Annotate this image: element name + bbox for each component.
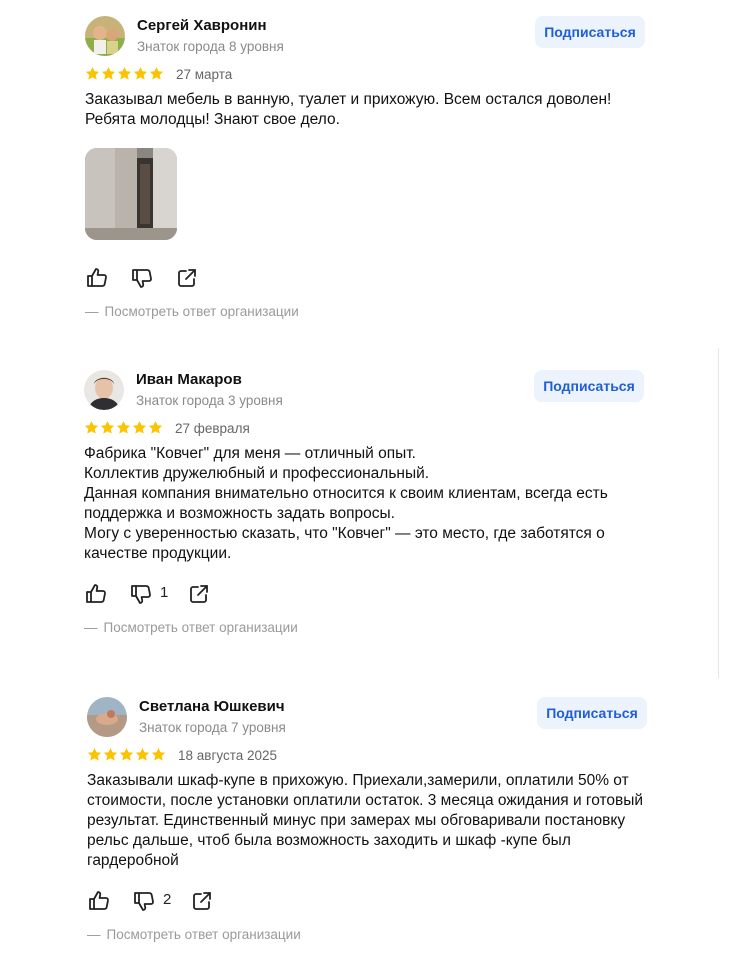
- author-name[interactable]: Иван Макаров: [136, 371, 242, 388]
- star-icon: [116, 420, 131, 434]
- dislike-button[interactable]: [132, 889, 156, 913]
- org-response-link[interactable]: — Посмотреть ответ организации: [85, 304, 665, 319]
- thumbs-up-icon: [89, 891, 109, 910]
- dislike-button[interactable]: [130, 266, 154, 290]
- star-icon: [149, 66, 164, 80]
- star-icon: [148, 420, 163, 434]
- author-level: Знаток города 7 уровня: [139, 720, 286, 735]
- star-icon: [135, 747, 150, 761]
- dislike-button[interactable]: [129, 582, 153, 606]
- dislike-count: 2: [163, 891, 172, 908]
- review-date: 27 февраля: [175, 421, 250, 436]
- thumbs-down-icon: [132, 269, 152, 288]
- star-icon: [85, 66, 100, 80]
- review-card: Сергей Хавронин Знаток города 8 уровня П…: [85, 16, 665, 319]
- review-text: Заказывал мебель в ванную, туалет и прих…: [85, 91, 612, 128]
- subscribe-button[interactable]: Подписаться: [537, 697, 647, 729]
- review-date: 18 августа 2025: [178, 748, 278, 763]
- thumbs-down-icon: [131, 585, 151, 604]
- star-icon: [84, 420, 99, 434]
- star-icon: [119, 747, 134, 761]
- org-response-label: Посмотреть ответ организации: [106, 927, 301, 942]
- author-level: Знаток города 3 уровня: [136, 393, 283, 408]
- review-text: Заказывали шкаф-купе в прихожую. Приехал…: [87, 772, 644, 869]
- rating-row: 18 августа 2025: [87, 747, 667, 767]
- avatar[interactable]: [84, 370, 124, 410]
- subscribe-button[interactable]: Подписаться: [535, 16, 645, 48]
- review-text: Фабрика "Ковчег" для меня — отличный опы…: [84, 445, 608, 562]
- review-card: Иван Макаров Знаток города 3 уровня Подп…: [84, 370, 664, 635]
- share-button[interactable]: [187, 582, 211, 606]
- author-level: Знаток города 8 уровня: [137, 39, 284, 54]
- review-actions: 2: [87, 889, 667, 913]
- like-button[interactable]: [87, 889, 111, 913]
- review-photo[interactable]: [85, 148, 177, 240]
- rating-row: 27 марта: [85, 66, 665, 86]
- review-header: Иван Макаров Знаток города 3 уровня Подп…: [84, 370, 664, 418]
- review-actions: 1: [84, 582, 664, 606]
- like-button[interactable]: [85, 266, 109, 290]
- subscribe-button[interactable]: Подписаться: [534, 370, 644, 402]
- star-rating: [85, 66, 164, 81]
- dash-icon: —: [84, 620, 98, 635]
- org-response-link[interactable]: — Посмотреть ответ организации: [87, 927, 667, 942]
- review-date: 27 марта: [176, 67, 233, 82]
- thumbs-down-icon: [134, 892, 154, 911]
- avatar[interactable]: [85, 16, 125, 56]
- org-response-link[interactable]: — Посмотреть ответ организации: [84, 620, 664, 635]
- share-icon: [190, 585, 208, 603]
- rating-row: 27 февраля: [84, 420, 664, 440]
- review-header: Светлана Юшкевич Знаток города 7 уровня …: [87, 697, 667, 745]
- star-icon: [117, 66, 132, 80]
- star-rating: [84, 420, 163, 435]
- share-button[interactable]: [190, 889, 214, 913]
- review-card: Светлана Юшкевич Знаток города 7 уровня …: [87, 697, 667, 942]
- star-icon: [103, 747, 118, 761]
- thumbs-up-icon: [86, 584, 106, 603]
- author-name[interactable]: Светлана Юшкевич: [139, 698, 285, 715]
- star-icon: [132, 420, 147, 434]
- star-icon: [133, 66, 148, 80]
- share-icon: [193, 892, 211, 910]
- share-icon: [178, 269, 196, 287]
- like-button[interactable]: [84, 582, 108, 606]
- review-header: Сергей Хавронин Знаток города 8 уровня П…: [85, 16, 665, 64]
- dislike-count: 1: [160, 584, 169, 601]
- star-icon: [87, 747, 102, 761]
- org-response-label: Посмотреть ответ организации: [103, 620, 298, 635]
- star-icon: [101, 66, 116, 80]
- star-rating: [87, 747, 166, 762]
- dash-icon: —: [85, 304, 99, 319]
- org-response-label: Посмотреть ответ организации: [104, 304, 299, 319]
- dash-icon: —: [87, 927, 101, 942]
- star-icon: [151, 747, 166, 761]
- thumbs-up-icon: [87, 268, 107, 287]
- share-button[interactable]: [175, 266, 199, 290]
- author-name[interactable]: Сергей Хавронин: [137, 17, 267, 34]
- review-actions: [85, 266, 665, 290]
- scrollbar[interactable]: [718, 348, 719, 678]
- avatar[interactable]: [87, 697, 127, 737]
- star-icon: [100, 420, 115, 434]
